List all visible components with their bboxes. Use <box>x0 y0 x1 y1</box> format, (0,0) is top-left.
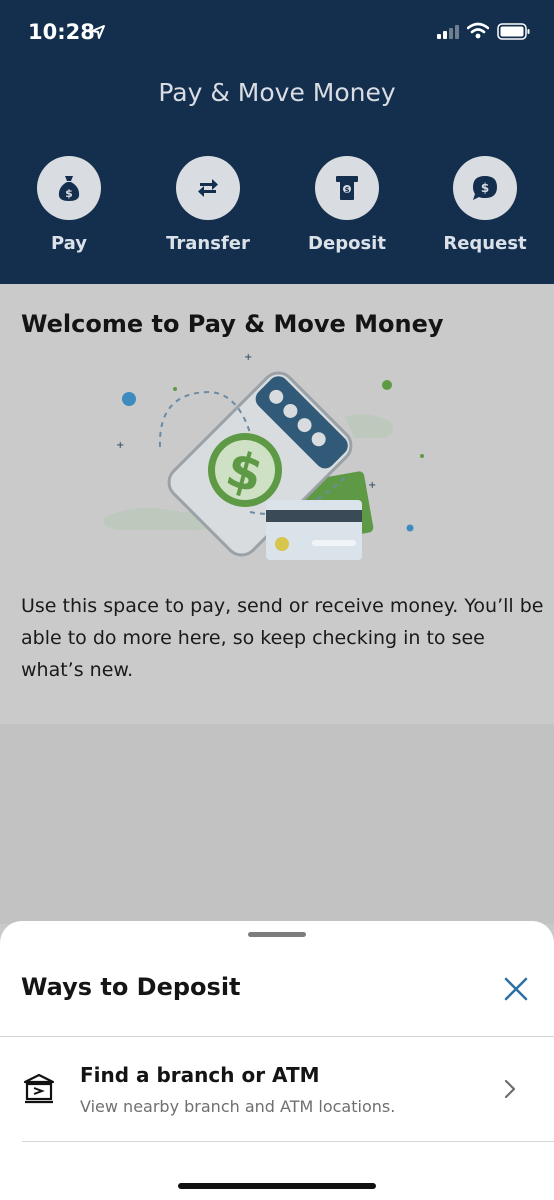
sheet-grabber[interactable] <box>248 932 306 937</box>
chat-dollar-icon: $ <box>473 176 497 200</box>
pay-button[interactable]: $ Pay <box>9 156 129 254</box>
svg-text:$: $ <box>481 181 489 195</box>
request-label: Request <box>443 233 527 254</box>
signal-icon <box>437 25 459 39</box>
deposit-label: Deposit <box>308 233 386 254</box>
welcome-card: Welcome to Pay & Move Money + + + $ Use … <box>0 284 554 724</box>
deposit-button[interactable]: $ Deposit <box>287 156 407 254</box>
pay-icon-circle: $ <box>37 156 101 220</box>
bottom-sheet: Ways to Deposit Find a branch or ATM Vie… <box>0 921 554 1200</box>
home-indicator[interactable] <box>178 1183 376 1189</box>
backdrop[interactable] <box>0 724 554 924</box>
close-icon[interactable] <box>500 973 532 1005</box>
list-item-find-branch[interactable]: Find a branch or ATM View nearby branch … <box>0 1037 554 1141</box>
svg-text:+: + <box>244 352 252 363</box>
bank-branch-icon <box>23 1073 55 1104</box>
list-item-title: Find a branch or ATM <box>80 1063 320 1087</box>
transfer-arrows-icon <box>198 179 218 197</box>
request-icon-circle: $ <box>453 156 517 220</box>
svg-text:+: + <box>368 480 376 491</box>
pay-label: Pay <box>50 233 88 254</box>
status-time: 10:28 <box>28 20 95 44</box>
svg-text:$: $ <box>65 187 73 200</box>
chevron-right-icon <box>504 1079 516 1099</box>
location-arrow-icon <box>91 25 105 39</box>
deposit-check-icon: $ <box>336 176 358 200</box>
header: 10:28 Pay & Move Money $ Pay Transfer $ … <box>0 0 554 284</box>
page-title: Pay & Move Money <box>158 78 396 107</box>
svg-text:+: + <box>116 440 124 451</box>
row-divider <box>22 1141 554 1142</box>
welcome-body: Use this space to pay, send or receive m… <box>21 595 544 681</box>
transfer-label: Transfer <box>166 233 250 254</box>
wifi-icon <box>467 22 489 39</box>
request-button[interactable]: $ Request <box>425 156 545 254</box>
transfer-button[interactable]: Transfer <box>148 156 268 254</box>
money-bag-icon: $ <box>58 176 80 201</box>
status-bar: 10:28 <box>0 0 554 60</box>
battery-icon <box>497 23 530 40</box>
deposit-icon-circle: $ <box>315 156 379 220</box>
phone-payment-illustration: + + + $ <box>104 352 424 560</box>
list-item-subtitle: View nearby branch and ATM locations. <box>80 1097 396 1116</box>
svg-text:$: $ <box>345 186 350 194</box>
welcome-title: Welcome to Pay & Move Money <box>21 310 444 338</box>
sheet-title: Ways to Deposit <box>21 973 241 1001</box>
transfer-icon-circle <box>176 156 240 220</box>
